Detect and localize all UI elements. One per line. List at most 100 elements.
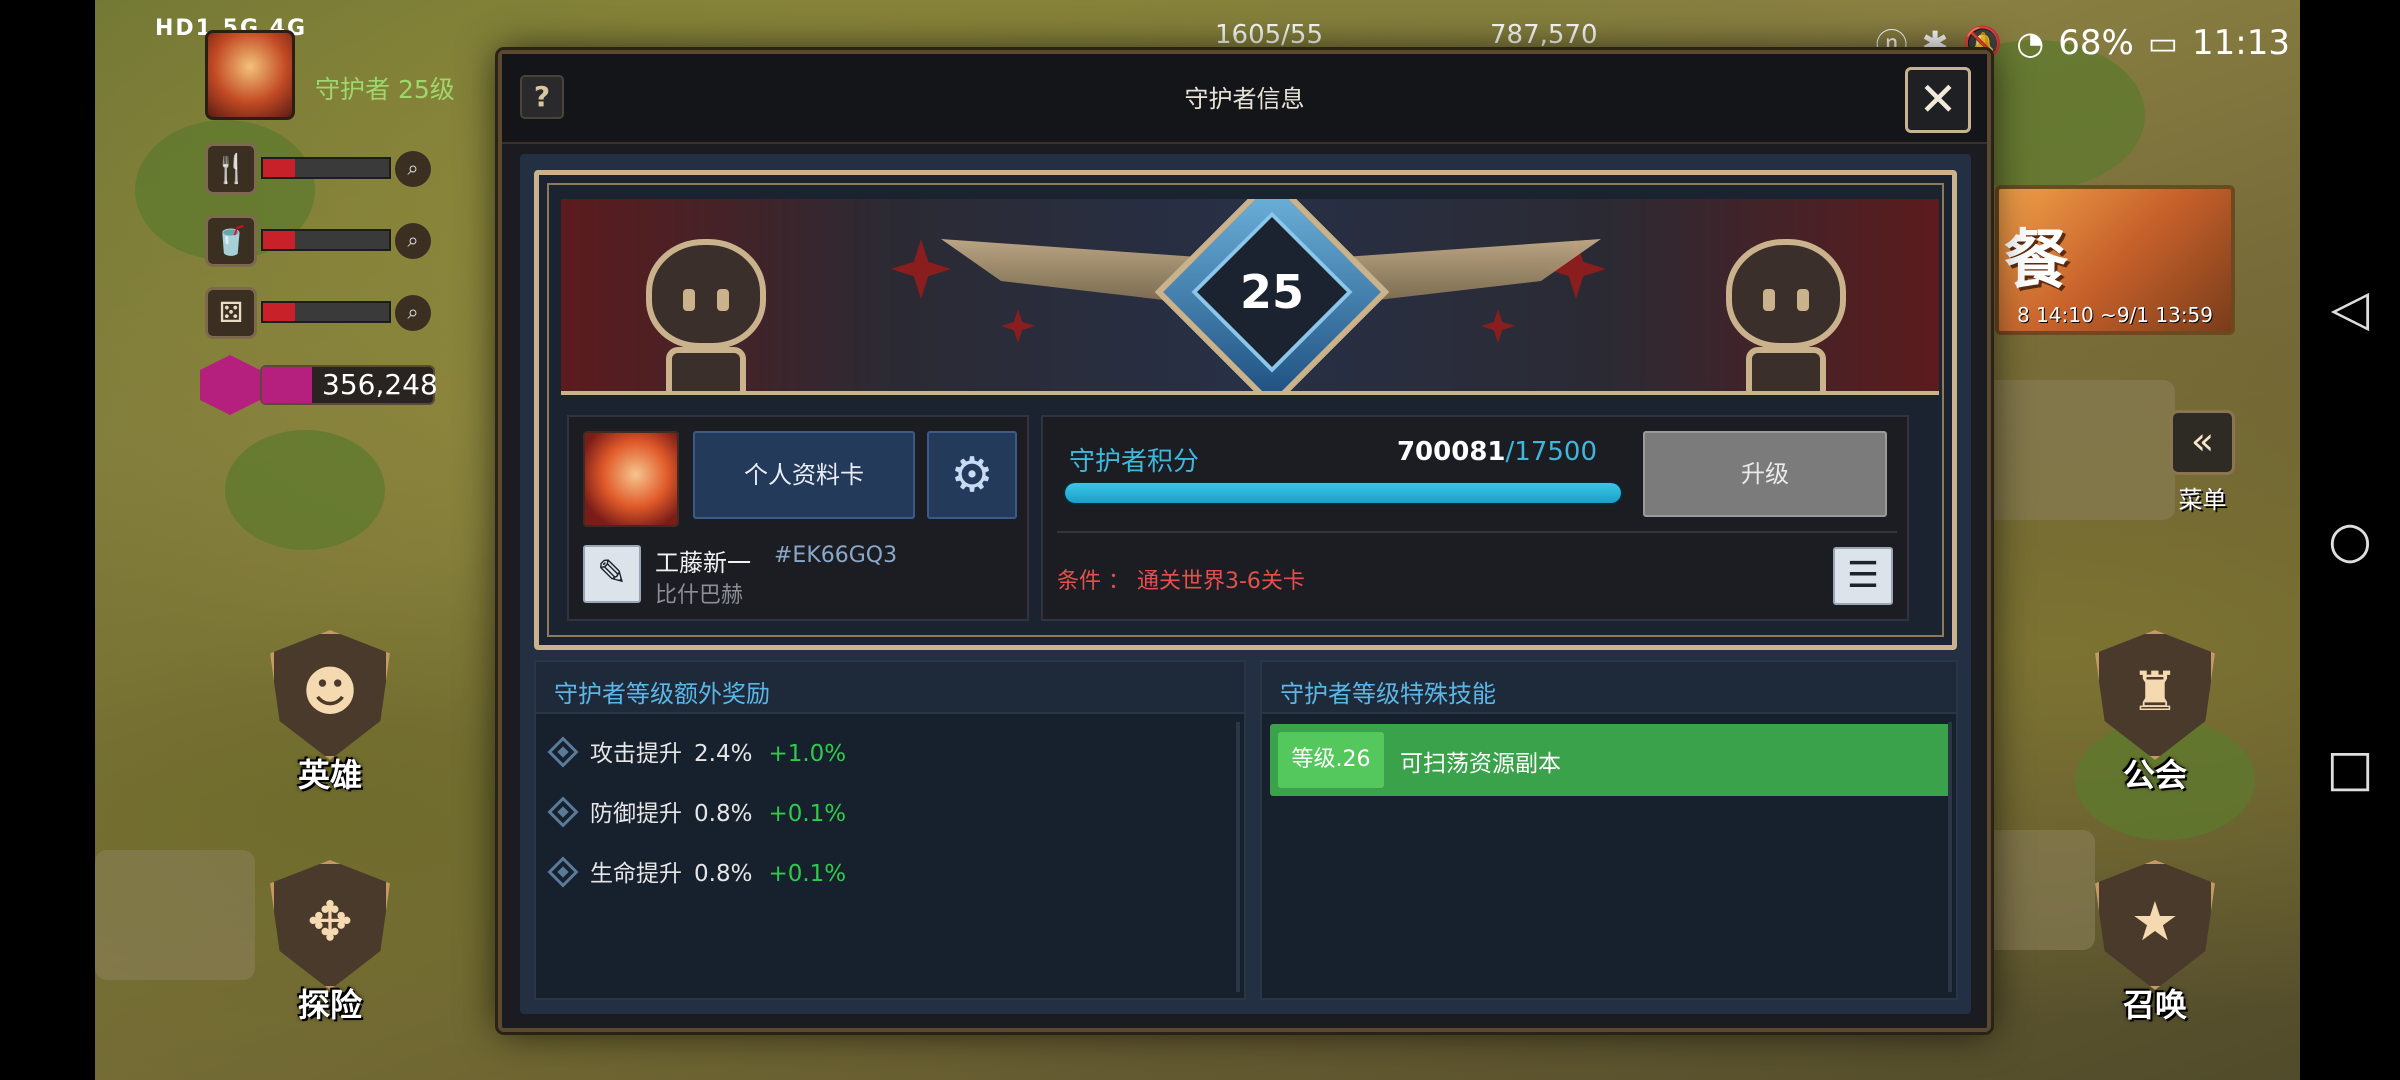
bonus-gain: +1.0% [768, 741, 847, 767]
search-icon[interactable]: ⌕ [395, 223, 431, 259]
dialog-header: 守护者信息 ? ✕ [502, 54, 1987, 144]
mascot-right [1711, 219, 1861, 391]
help-button[interactable]: ? [520, 75, 564, 119]
resource-meter [261, 229, 391, 251]
android-nav-bar: ◁ ○ □ [2300, 0, 2400, 1080]
bonus-name: 防御提升 [590, 801, 682, 827]
bonus-value: 0.8% [694, 861, 753, 887]
dice-icon: ⚄ [205, 287, 257, 339]
edit-pencil-icon[interactable]: ✎ [583, 545, 641, 603]
castle-icon: ♜ [2130, 660, 2180, 723]
nav-hero-label: 英雄 [297, 756, 362, 794]
cup-icon: 🥤 [205, 215, 257, 267]
nav-hero-button[interactable]: ☻ 英雄 [240, 630, 420, 810]
score-value: 700081/17500 [1293, 437, 1597, 467]
diamond-bullet-icon [547, 855, 579, 888]
battery-icon: ▭ [2147, 24, 2179, 62]
score-current: 700081 [1396, 437, 1506, 467]
gem-count: 356,248 [322, 368, 438, 401]
skill-name: 可扫荡资源副本 [1400, 751, 1561, 777]
skill-title: 守护者等级特殊技能 [1280, 680, 1496, 708]
avatar[interactable] [583, 431, 679, 527]
guardian-level: 25 [1239, 265, 1304, 319]
special-skill-panel: 守护者等级特殊技能 等级.26 可扫荡资源副本 [1260, 660, 1958, 1000]
star-decoration [891, 239, 951, 299]
recents-icon[interactable]: □ [2322, 740, 2378, 796]
score-progress-bar [1063, 481, 1623, 505]
bonus-gain: +0.1% [768, 801, 847, 827]
search-icon[interactable]: ⌕ [395, 295, 431, 331]
resource-meter [261, 157, 391, 179]
level-bonus-panel: 守护者等级额外奖励 攻击提升 2.4% +1.0% 防御提升 0.8% +0.1% 生命… [534, 660, 1246, 1000]
back-icon[interactable]: ◁ [2322, 280, 2378, 336]
player-name: 工藤新一 [655, 549, 751, 577]
star-box-icon: ★ [2130, 890, 2180, 953]
compass-icon: ✥ [307, 890, 353, 953]
diamond-bullet-icon [547, 735, 579, 768]
bonus-name: 攻击提升 [590, 741, 682, 767]
nav-summon-button[interactable]: ★ 召唤 [2065, 860, 2245, 1040]
battery-percent: 68% [2058, 23, 2134, 63]
bonus-gain: +0.1% [768, 861, 847, 887]
gear-icon[interactable]: ⚙ [927, 431, 1017, 519]
nav-guild-button[interactable]: ♜ 公会 [2065, 630, 2245, 810]
nav-explore-label: 探险 [297, 986, 362, 1024]
nav-summon-label: 召唤 [2122, 986, 2187, 1024]
skill-level-badge: 等级.26 [1278, 732, 1384, 788]
score-max: /17500 [1505, 437, 1597, 467]
dialog-title: 守护者信息 [1184, 85, 1305, 113]
score-label: 守护者积分 [1069, 447, 1200, 477]
gem-counter[interactable]: 356,248 [200, 355, 440, 415]
profile-card-button[interactable]: 个人资料卡 [693, 431, 915, 519]
diamond-bullet-icon [547, 795, 579, 828]
resource-meter [261, 301, 391, 323]
player-avatar[interactable] [205, 30, 295, 120]
score-panel: 守护者积分 700081/17500 升级 条件 ： 通关世界3-6关卡 ☰ [1041, 415, 1909, 621]
star-decoration [1001, 309, 1035, 343]
speed-icon: ◔ [2016, 24, 2045, 62]
upgrade-condition: 条件 ： 通关世界3-6关卡 [1057, 569, 1305, 594]
event-title: 餐 [2004, 224, 2068, 298]
search-icon[interactable]: ⌕ [395, 151, 431, 187]
bonus-value: 2.4% [694, 741, 753, 767]
profile-panel: 个人资料卡 ⚙ ✎ 工藤新一 #EK66GQ3 比什巴赫 [567, 415, 1029, 621]
fork-knife-icon: 🍴 [205, 143, 257, 195]
player-guild: 比什巴赫 [655, 583, 744, 608]
home-icon[interactable]: ○ [2322, 512, 2378, 568]
mascot-left [631, 219, 781, 391]
gem-icon [200, 355, 260, 415]
scrollbar[interactable] [1236, 722, 1240, 992]
nav-explore-button[interactable]: ✥ 探险 [240, 860, 420, 1040]
list-icon[interactable]: ☰ [1833, 547, 1893, 605]
upgrade-button[interactable]: 升级 [1643, 431, 1887, 517]
dialog-body: 25 个人资料卡 ⚙ ✎ 工藤新一 #EK66GQ3 比什巴赫 守护者积分 70… [520, 154, 1971, 1014]
robot-head-icon: ☻ [301, 660, 359, 723]
player-strip[interactable]: 守护者 25级 [205, 20, 485, 120]
bonus-name: 生命提升 [590, 861, 682, 887]
bonus-row: 攻击提升 2.4% +1.0% [547, 734, 847, 774]
bonus-value: 0.8% [694, 801, 753, 827]
guardian-info-dialog: 守护者信息 ? ✕ 25 个人资料卡 ⚙ ✎ 工藤新一 #EK66GQ3 比什巴… [498, 50, 1991, 1032]
divider [1057, 531, 1897, 533]
resource-bar-food[interactable]: 🍴 ⌕ [205, 143, 435, 195]
player-tag: #EK66GQ3 [774, 543, 898, 568]
bonus-row: 生命提升 0.8% +0.1% [547, 854, 847, 894]
skill-row: 等级.26 可扫荡资源副本 [1270, 724, 1950, 796]
resource-bar-dice[interactable]: ⚄ ⌕ [205, 287, 435, 339]
star-decoration [1481, 309, 1515, 343]
clock: 11:13 [2192, 23, 2290, 63]
guardian-frame: 25 个人资料卡 ⚙ ✎ 工藤新一 #EK66GQ3 比什巴赫 守护者积分 70… [534, 170, 1957, 650]
guardian-emblem-banner: 25 [561, 199, 1939, 395]
event-banner[interactable]: 餐 8 14:10 ~9/1 13:59 [1995, 185, 2235, 335]
bonus-row: 防御提升 0.8% +0.1% [547, 794, 847, 834]
event-dates: 8 14:10 ~9/1 13:59 [2016, 303, 2213, 327]
gem-value-box: 356,248 [260, 365, 438, 405]
close-button[interactable]: ✕ [1905, 67, 1971, 133]
player-rank: 守护者 25级 [315, 75, 455, 104]
menu-label: 菜单 [2178, 486, 2227, 514]
bonus-title: 守护者等级额外奖励 [554, 680, 770, 708]
scrollbar[interactable] [1948, 722, 1952, 992]
nav-guild-label: 公会 [2122, 756, 2187, 794]
resource-bar-drink[interactable]: 🥤 ⌕ [205, 215, 435, 267]
menu-collapse-button[interactable]: « [2170, 410, 2235, 475]
